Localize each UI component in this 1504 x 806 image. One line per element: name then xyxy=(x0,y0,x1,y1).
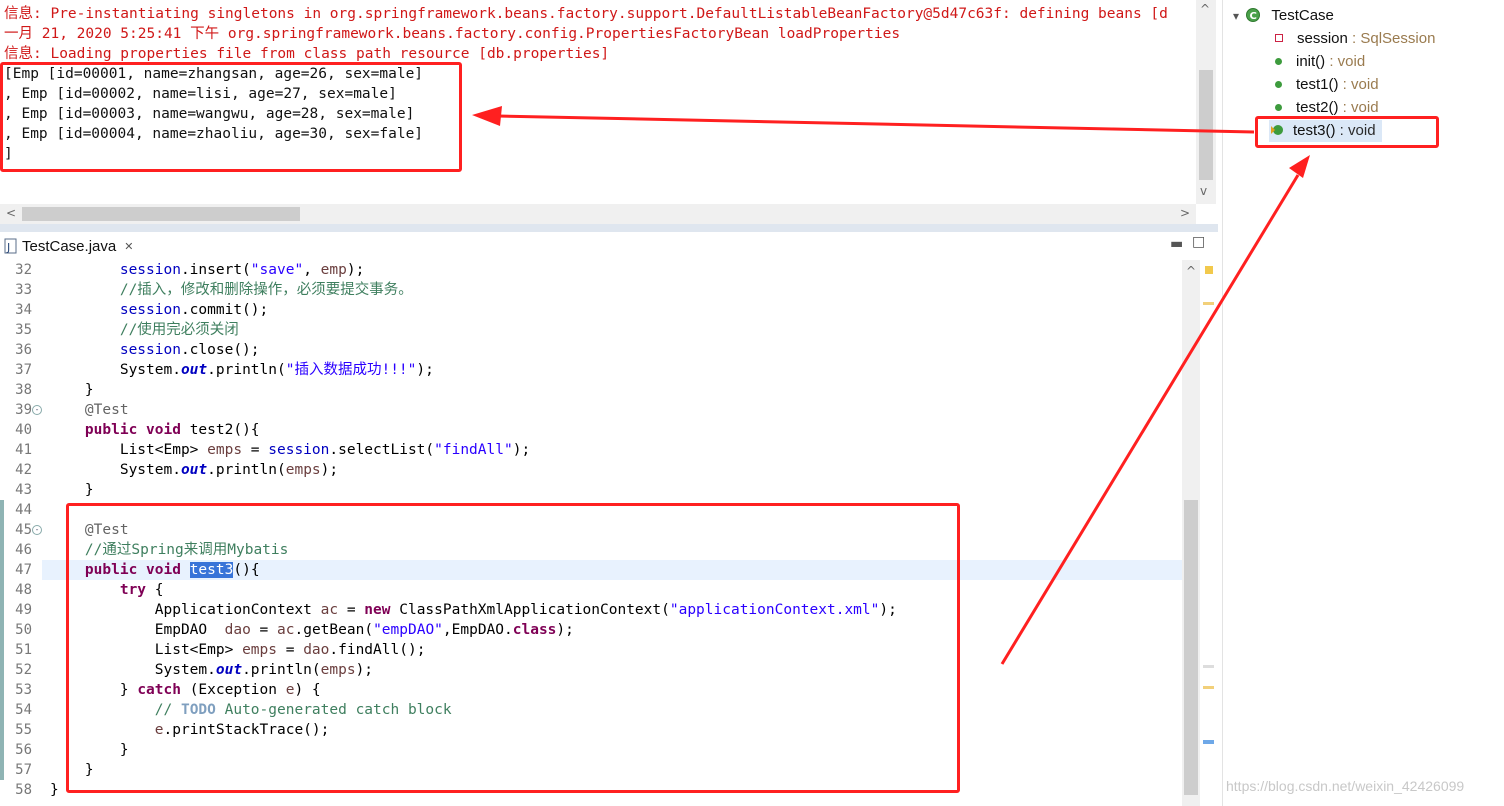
fold-toggle-icon[interactable]: - xyxy=(32,405,42,415)
line-number: 45 xyxy=(15,522,32,538)
editor-vertical-scrollbar[interactable]: ^ xyxy=(1182,260,1200,806)
tab-testcase-java[interactable]: J TestCase.java ✕ xyxy=(0,232,142,260)
line-number: 37 xyxy=(15,362,32,378)
line-number: 58 xyxy=(15,782,32,798)
svg-text:C: C xyxy=(1250,11,1257,22)
line-number: 40 xyxy=(15,422,32,438)
annotation-box-test3-method xyxy=(66,503,960,793)
code-line: } xyxy=(50,782,59,798)
scroll-up-icon[interactable]: ^ xyxy=(1186,264,1196,278)
line-number: 57 xyxy=(15,762,32,778)
java-file-icon: J xyxy=(4,238,17,254)
line-number: 52 xyxy=(15,662,32,678)
minimize-icon[interactable]: ▬ xyxy=(1170,236,1183,252)
line-number: 51 xyxy=(15,642,32,658)
code-line: //插入，修改和删除操作，必须要提交事务。 xyxy=(119,282,413,298)
member-type: : void xyxy=(1338,99,1379,116)
line-number: 36 xyxy=(15,342,32,358)
line-number: 38 xyxy=(15,382,32,398)
line-number: 48 xyxy=(15,582,32,598)
line-number: 47 xyxy=(15,562,32,578)
line-number: 33 xyxy=(15,282,32,298)
change-indicator xyxy=(0,500,4,780)
member-name: test1() xyxy=(1296,76,1339,93)
scroll-right-icon[interactable]: > xyxy=(1180,206,1190,220)
class-icon: C xyxy=(1246,8,1261,22)
warning-marker[interactable] xyxy=(1205,266,1213,274)
line-number: 56 xyxy=(15,742,32,758)
member-name: session xyxy=(1297,30,1348,47)
line-number: 54 xyxy=(15,702,32,718)
public-method-icon xyxy=(1275,81,1282,88)
maximize-icon[interactable]: □ xyxy=(1192,234,1205,250)
code-line: session.commit(); xyxy=(119,302,269,318)
svg-text:J: J xyxy=(6,241,10,254)
task-marker[interactable] xyxy=(1203,740,1214,744)
console-line: 一月 21, 2020 5:25:41 下午 org.springframewo… xyxy=(4,26,901,42)
annotation-box-console-output xyxy=(0,62,462,172)
line-number: 34 xyxy=(15,302,32,318)
line-number: 32 xyxy=(15,262,32,278)
private-field-icon xyxy=(1275,34,1283,42)
line-number: 43 xyxy=(15,482,32,498)
watermark-text: https://blog.csdn.net/weixin_42426099 xyxy=(1226,778,1465,794)
code-line: public void test2(){ xyxy=(84,422,260,438)
line-number-gutter: 32 33 34 35 36 37 38 39 40 41 42 43 44 45 46 47 48 49 50 51… xyxy=(0,260,42,806)
outline-class-label: TestCase xyxy=(1271,7,1334,24)
console-horizontal-scrollbar[interactable]: < > xyxy=(0,204,1196,224)
code-line: session.insert("save", emp); xyxy=(119,262,365,278)
member-type: : void xyxy=(1338,76,1379,93)
occurrence-marker[interactable] xyxy=(1203,686,1214,689)
scroll-thumb[interactable] xyxy=(1199,70,1213,180)
console-line: 信息: Loading properties file from class p… xyxy=(4,46,610,62)
outline-member-session[interactable]: session : SqlSession xyxy=(1275,28,1435,50)
occurrence-marker[interactable] xyxy=(1203,302,1214,305)
line-number: 55 xyxy=(15,722,32,738)
line-number: 50 xyxy=(15,622,32,638)
editor-tab-bar: J TestCase.java ✕ ▬ □ xyxy=(0,232,1218,261)
line-number: 41 xyxy=(15,442,32,458)
annotation-box-test3-outline xyxy=(1255,116,1439,148)
member-name: init() xyxy=(1296,53,1326,70)
pane-divider[interactable] xyxy=(0,224,1218,232)
occurrence-marker[interactable] xyxy=(1203,665,1214,668)
tab-label: TestCase.java xyxy=(22,237,117,255)
outline-class-testcase[interactable]: ▾ C TestCase xyxy=(1233,5,1334,27)
console-vertical-scrollbar[interactable]: ^ v xyxy=(1196,0,1216,204)
line-number: 42 xyxy=(15,462,32,478)
code-line: @Test xyxy=(84,402,129,418)
scroll-thumb[interactable] xyxy=(1184,500,1198,795)
line-number: 44 xyxy=(15,502,32,518)
code-line: System.out.println("插入数据成功!!!"); xyxy=(50,362,434,378)
overview-ruler[interactable] xyxy=(1202,260,1216,806)
close-tab-icon[interactable]: ✕ xyxy=(124,240,133,253)
outline-member-init[interactable]: init() : void xyxy=(1275,51,1365,73)
line-number: 49 xyxy=(15,602,32,618)
member-name: test2() xyxy=(1296,99,1339,116)
code-line: System.out.println(emps); xyxy=(50,462,339,478)
outline-member-test1[interactable]: test1() : void xyxy=(1275,74,1379,96)
chevron-down-icon[interactable]: ▾ xyxy=(1233,9,1239,23)
code-line: session.close(); xyxy=(119,342,260,358)
line-number: 35 xyxy=(15,322,32,338)
member-type: : SqlSession xyxy=(1347,30,1436,47)
code-line: } xyxy=(50,482,94,498)
line-number: 39 xyxy=(15,402,32,418)
member-type: : void xyxy=(1325,53,1366,70)
scroll-up-icon[interactable]: ^ xyxy=(1200,2,1210,16)
scroll-left-icon[interactable]: < xyxy=(6,206,16,220)
line-number: 53 xyxy=(15,682,32,698)
scroll-down-icon[interactable]: v xyxy=(1200,184,1207,198)
scroll-thumb[interactable] xyxy=(22,207,300,221)
code-line: //使用完必须关闭 xyxy=(119,322,239,338)
public-method-icon xyxy=(1275,58,1282,65)
line-number: 46 xyxy=(15,542,32,558)
fold-toggle-icon[interactable]: - xyxy=(32,525,42,535)
public-method-icon xyxy=(1275,104,1282,111)
code-line: } xyxy=(50,382,94,398)
console-line: 信息: Pre-instantiating singletons in org.… xyxy=(4,6,1168,22)
code-line: List<Emp> emps = session.selectList("fin… xyxy=(50,442,531,458)
